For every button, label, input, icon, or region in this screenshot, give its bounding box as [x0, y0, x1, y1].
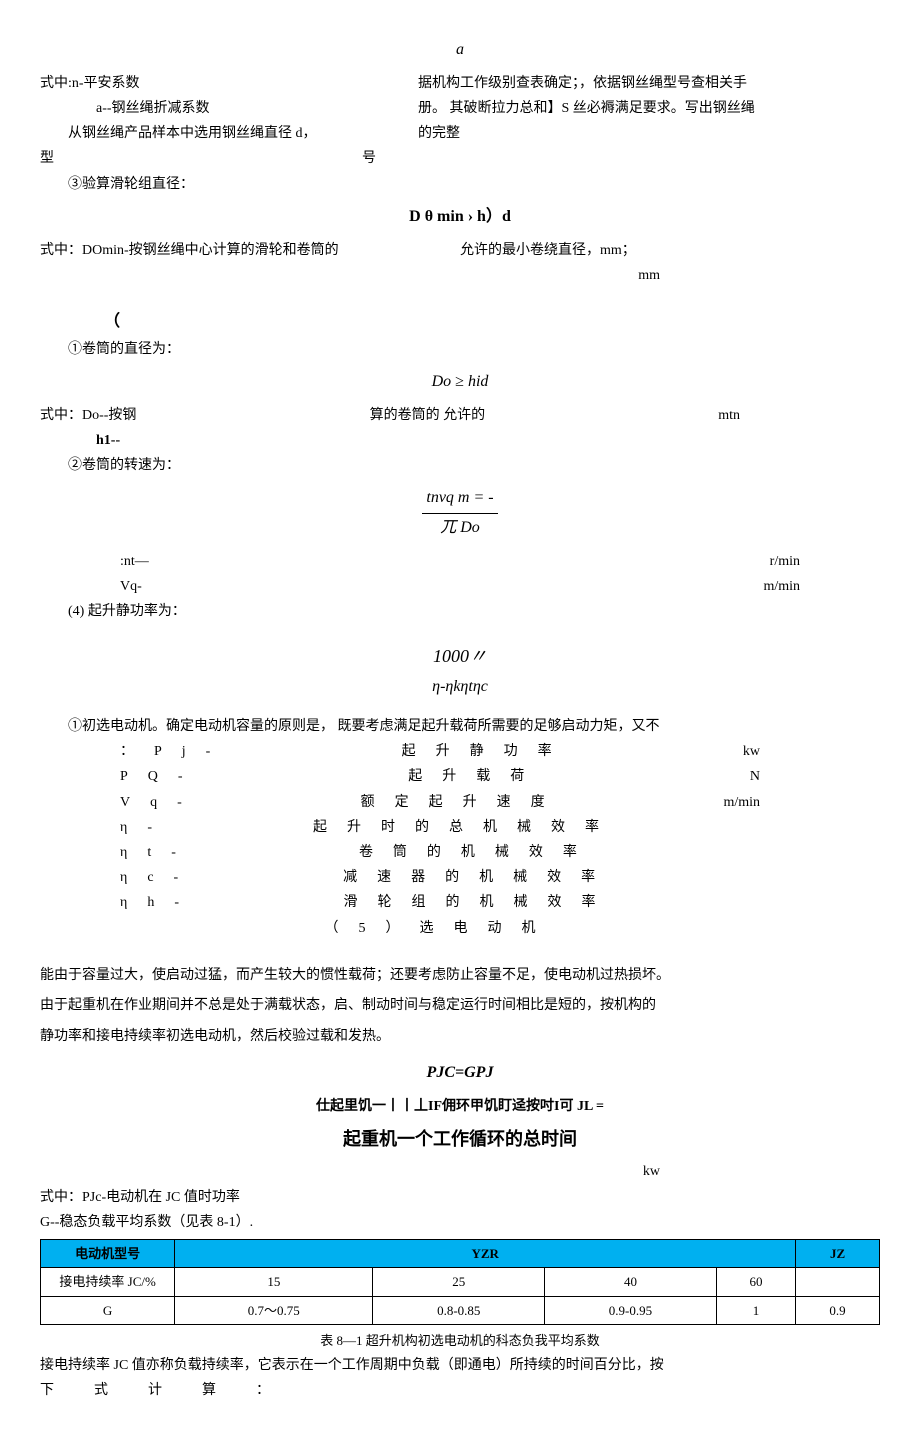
lookup-text-3: 的完整 — [418, 121, 880, 146]
sec4-title: (4) 起升静功率为： — [40, 599, 880, 624]
para3: 静功率和接电持续率初选电动机，然后校验过载和发热。 — [40, 1022, 880, 1053]
model-left: 型 — [40, 146, 54, 171]
section-3-title: ③验算滑轮组直径： — [40, 172, 880, 197]
def-etah: ηh- 滑轮组的机械效率 — [40, 890, 880, 915]
sym: ：Pj- — [120, 739, 230, 764]
power-top: 1000〃 — [433, 646, 487, 666]
cell — [796, 1268, 880, 1296]
txt: 起升时的总机械效率 — [313, 815, 619, 840]
jc-end: 下式计算： — [40, 1378, 880, 1403]
pjc-def: 式中：PJc-电动机在 JC 值时功率 — [40, 1185, 880, 1210]
motor-intro: ①初选电动机。确定电动机容量的原则是， 既要考虑满足起升载荷所需要的足够启动力矩… — [40, 714, 880, 739]
lookup-text-1: 据机构工作级别查表确定；，依据钢丝绳型号查相关手 — [418, 71, 880, 96]
cell: 25 — [373, 1268, 545, 1296]
unit: m/min — [723, 790, 760, 815]
th-yzr: YZR — [175, 1240, 796, 1268]
txt: 起升载荷 — [408, 764, 544, 789]
rpm-top: tnvq m = - — [422, 484, 497, 513]
power-bot: η-ηkηtηc — [432, 678, 488, 695]
nt-unit: r/min — [770, 549, 800, 574]
dmin-left: 式中：DOmin-按钢丝绳中心计算的滑轮和卷筒的 — [40, 238, 460, 263]
rpm-bot: 兀 Do — [422, 513, 497, 543]
sub1-title: ①卷筒的直径为： — [40, 337, 880, 362]
g-def: G--稳态负载平均系数（见表 8-1）. — [40, 1210, 880, 1235]
sym: Vq- — [120, 790, 202, 815]
txt: 卷筒的机械效率 — [359, 840, 597, 865]
cell: 15 — [175, 1268, 373, 1296]
txt: （5）选电动机 — [325, 916, 556, 941]
intro-row: 式中:n-平安系数 a--钢丝绳折减系数 从钢丝绳产品样本中选用钢丝绳直径 d，… — [40, 71, 880, 147]
table-row: 接电持续率 JC/% 15 25 40 60 — [41, 1268, 880, 1296]
open-paren: （ — [40, 308, 880, 337]
formula-power: 1000〃 η-ηkηtηc — [40, 640, 880, 702]
coefficient-table: 电动机型号 YZR JZ 接电持续率 JC/% 15 25 40 60 G 0.… — [40, 1239, 880, 1325]
def-vq: Vq- 额定起升速度 m/min — [40, 790, 880, 815]
cell: 60 — [716, 1268, 795, 1296]
sym: PQ- — [120, 764, 203, 789]
cycle-title: 起重机一个工作循环的总时间 — [40, 1123, 880, 1155]
rope-sample: 从钢丝绳产品样本中选用钢丝绳直径 d， — [40, 121, 418, 146]
para2: 由于起重机在作业期间并不总是处于满载状态，启、制动时间与稳定运行时间相比是短的，… — [40, 991, 880, 1022]
formula-pjc: PJC=GPJ — [40, 1059, 880, 1088]
do-def-row: 式中：Do--按钢 算的卷筒的 允许的 mtn — [40, 403, 880, 428]
def-etac: ηc- 减速器的机械效率 — [40, 865, 880, 890]
cell: 40 — [545, 1268, 717, 1296]
definitions-block: ：Pj- 起升静功率 kw PQ- 起升载荷 N Vq- 额定起升速度 m/min η- 起升… — [40, 739, 880, 941]
sym: ηc- — [120, 865, 198, 890]
unit: kw — [743, 739, 760, 764]
formula-rpm: tnvq m = - 兀 Do — [40, 484, 880, 543]
sub2-title: ②卷筒的转速为： — [40, 453, 880, 478]
vq-unit: m/min — [763, 574, 800, 599]
unit-kw: kw — [40, 1159, 880, 1184]
a-def: a--钢丝绳折减系数 — [40, 96, 418, 121]
th-jz: JZ — [796, 1240, 880, 1268]
def-eta: η- 起升时的总机械效率 — [40, 815, 880, 840]
cell-label: 接电持续率 JC/% — [41, 1268, 175, 1296]
jc-para: 接电持续率 JC 值亦称负载持续率，它表示在一个工作周期中负载（即通电）所持续的… — [40, 1353, 880, 1378]
paragraph-block: 能由于容量过大，使启动过猛，而产生较大的惯性载荷；还要考虑防止容量不足，使电动机… — [40, 961, 880, 1053]
def-etat: ηt- 卷筒的机械效率 — [40, 840, 880, 865]
def-pq: PQ- 起升载荷 N — [40, 764, 880, 789]
do-unit: mtn — [718, 403, 740, 428]
def-pj: ：Pj- 起升静功率 kw — [40, 739, 880, 764]
vq-row: Vq- m/min — [40, 574, 880, 599]
do-mid: 算的卷筒的 允许的 — [370, 403, 486, 428]
sym: η- — [120, 815, 172, 840]
cycle-strike: 仕起里饥一丨丨丄IF佣环甲饥盯迳按吋I可 JL = — [40, 1094, 880, 1119]
txt: 起升静功率 — [402, 739, 572, 764]
nt-row: :nt— r/min — [40, 549, 880, 574]
sym: ηt- — [120, 840, 196, 865]
unit-mm: mm — [40, 263, 880, 288]
n-def: 式中:n-平安系数 — [40, 71, 418, 96]
para1: 能由于容量过大，使启动过猛，而产生较大的惯性载荷；还要考虑防止容量不足，使电动机… — [40, 961, 880, 992]
th-model: 电动机型号 — [41, 1240, 175, 1268]
var-a: a — [40, 36, 880, 65]
sec5-title: （5）选电动机 — [40, 916, 880, 941]
txt: 滑轮组的机械效率 — [343, 890, 615, 915]
unit: N — [750, 764, 760, 789]
txt: 减速器的机械效率 — [343, 865, 615, 890]
formula-do: Do ≥ hid — [40, 368, 880, 397]
lookup-text-2: 册。 其破断拉力总和】S 丝必褥满足要求。写出钢丝绳 — [418, 96, 880, 121]
nt-sym: :nt— — [120, 549, 149, 574]
dmin-def-row: 式中：DOmin-按钢丝绳中心计算的滑轮和卷筒的 允许的最小卷绕直径，mm； — [40, 238, 880, 263]
model-row: 型 号 — [40, 146, 376, 171]
dmin-right: 允许的最小卷绕直径，mm； — [460, 238, 636, 263]
do-left: 式中：Do--按钢 — [40, 403, 136, 428]
vq-sym: Vq- — [120, 574, 142, 599]
formula-dmin: D θ min › h）d — [40, 203, 880, 232]
table-caption: 表 8—1 超升机构初选电动机的科态负我平均系数 — [40, 1329, 880, 1352]
model-right: 号 — [362, 146, 376, 171]
h1-def: h1-- — [40, 428, 880, 453]
sym: ηh- — [120, 890, 199, 915]
txt: 额定起升速度 — [361, 790, 565, 815]
